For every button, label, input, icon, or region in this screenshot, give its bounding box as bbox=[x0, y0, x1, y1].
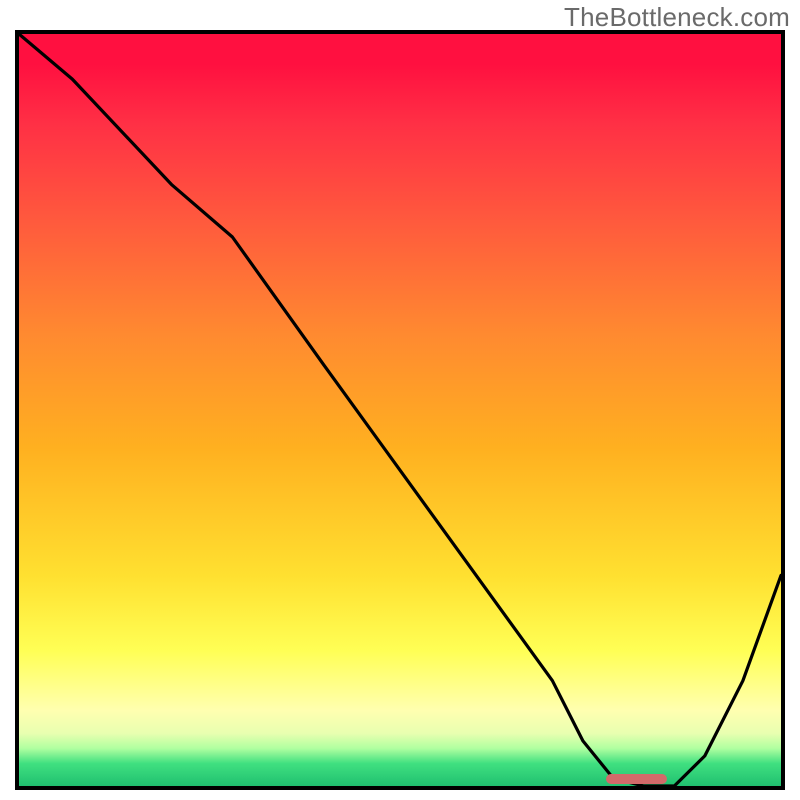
curve-svg bbox=[19, 34, 781, 786]
watermark-text: TheBottleneck.com bbox=[564, 2, 790, 33]
bottleneck-curve-path bbox=[19, 34, 781, 786]
optimum-marker bbox=[606, 774, 667, 784]
chart-container: TheBottleneck.com bbox=[0, 0, 800, 800]
plot-area bbox=[15, 30, 785, 790]
